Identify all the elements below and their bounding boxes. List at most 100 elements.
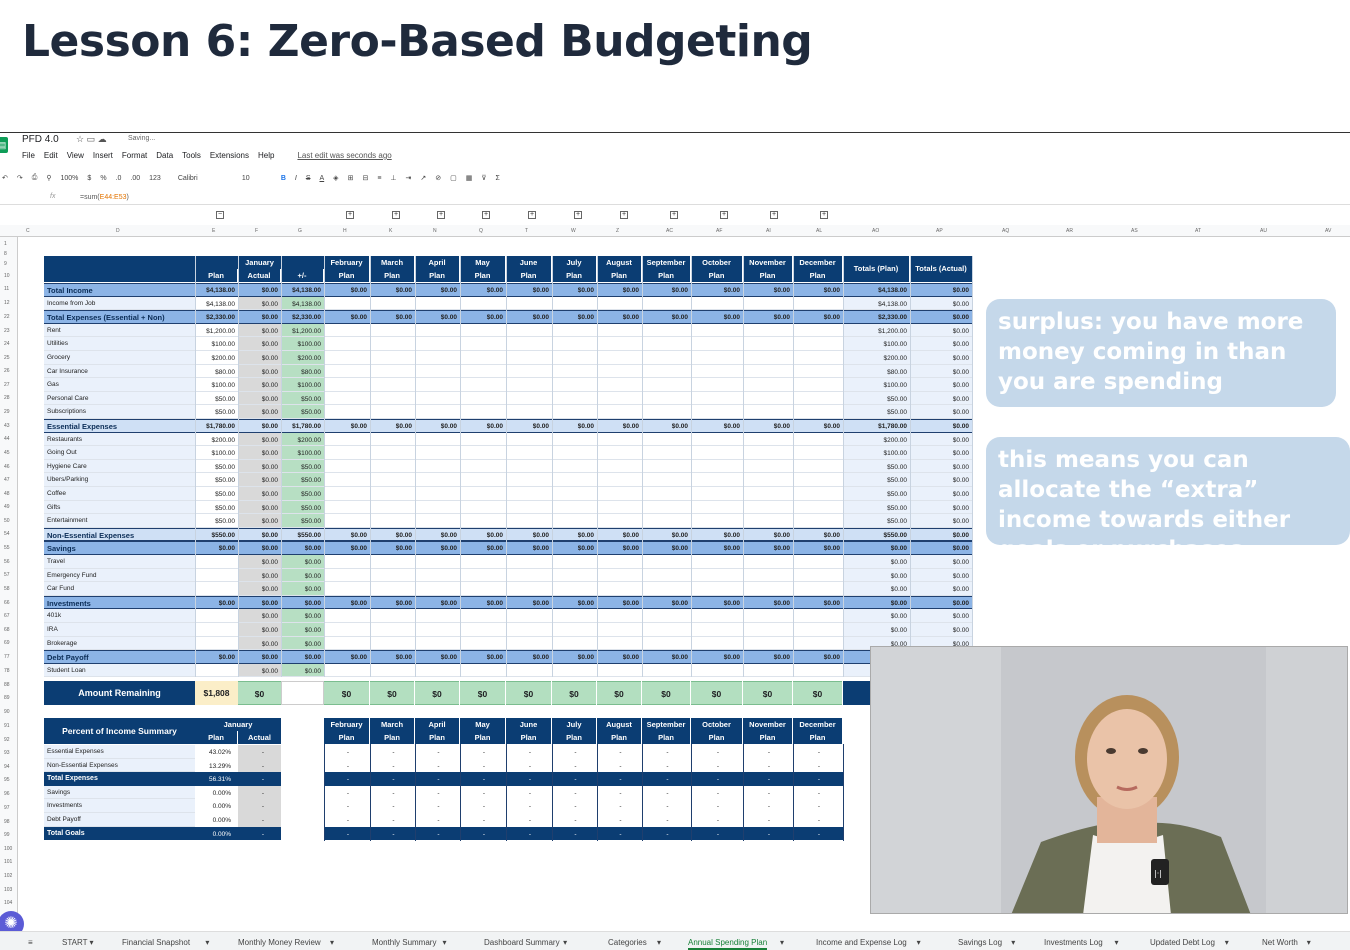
row-number[interactable]: 22 bbox=[4, 314, 10, 320]
sheet-tab[interactable]: Savings Log bbox=[958, 938, 1002, 947]
summary-plan-value[interactable]: 43.02% bbox=[195, 749, 231, 756]
tab-dropdown-icon[interactable]: ▾ bbox=[330, 938, 334, 947]
column-header[interactable]: W bbox=[571, 228, 576, 234]
row-number[interactable]: 99 bbox=[4, 832, 10, 838]
cell-jd[interactable]: $50.00 bbox=[281, 491, 321, 498]
cell-month-plan[interactable]: $0.00 bbox=[324, 600, 367, 607]
cell-jd[interactable]: $50.00 bbox=[281, 477, 321, 484]
text-color-button[interactable]: A bbox=[320, 175, 325, 182]
row-number[interactable]: 96 bbox=[4, 791, 10, 797]
summary-month-value[interactable]: - bbox=[597, 763, 621, 770]
cell-ja[interactable]: $0.00 bbox=[238, 491, 278, 498]
cell-month-plan[interactable]: $0.00 bbox=[642, 287, 688, 294]
summary-month-value[interactable]: - bbox=[415, 790, 439, 797]
column-header[interactable]: AC bbox=[666, 228, 673, 234]
cell-month-plan[interactable]: $0.00 bbox=[793, 287, 840, 294]
row-number[interactable]: 77 bbox=[4, 654, 10, 660]
cell-ta[interactable]: $0.00 bbox=[910, 600, 969, 607]
summary-actual-value[interactable]: - bbox=[238, 749, 264, 756]
column-header[interactable]: G bbox=[298, 228, 302, 234]
comment-icon[interactable]: ▢ bbox=[450, 174, 457, 182]
cell-month-plan[interactable]: $0.00 bbox=[793, 423, 840, 430]
column-header[interactable]: Z bbox=[616, 228, 619, 234]
cell-jp[interactable]: $50.00 bbox=[195, 491, 235, 498]
cell-month-plan[interactable]: $0.00 bbox=[597, 545, 639, 552]
cell-jp[interactable]: $0.00 bbox=[195, 545, 235, 552]
amount-remaining-month[interactable]: $0 bbox=[460, 681, 505, 706]
cell-month-plan[interactable]: $0.00 bbox=[370, 545, 412, 552]
cell-month-plan[interactable]: $0.00 bbox=[460, 423, 503, 430]
summary-month-value[interactable]: - bbox=[324, 831, 349, 838]
cell-jp[interactable]: $50.00 bbox=[195, 477, 235, 484]
row-number[interactable]: 49 bbox=[4, 504, 10, 510]
row-number[interactable]: 56 bbox=[4, 559, 10, 565]
cell-ja[interactable]: $0.00 bbox=[238, 668, 278, 675]
sheet-tab[interactable]: Income and Expense Log bbox=[816, 938, 907, 947]
summary-month-value[interactable]: - bbox=[597, 831, 621, 838]
cell-ja[interactable]: $0.00 bbox=[238, 423, 278, 430]
cell-ta[interactable]: $0.00 bbox=[910, 409, 969, 416]
row-number[interactable]: 28 bbox=[4, 395, 10, 401]
tab-dropdown-icon[interactable]: ▾ bbox=[563, 938, 567, 947]
cell-month-plan[interactable]: $0.00 bbox=[597, 600, 639, 607]
formula-bar[interactable]: fx =sum(E44:E53) bbox=[0, 191, 1350, 205]
cell-ja[interactable]: $0.00 bbox=[238, 369, 278, 376]
cell-jd[interactable]: $1,200.00 bbox=[281, 328, 321, 335]
cell-ta[interactable]: $0.00 bbox=[910, 505, 969, 512]
sheet-tab[interactable]: Categories bbox=[608, 938, 647, 947]
summary-month-value[interactable]: - bbox=[642, 803, 668, 810]
cell-ja[interactable]: $0.00 bbox=[238, 559, 278, 566]
menu-help[interactable]: Help bbox=[258, 151, 274, 160]
summary-month-value[interactable]: - bbox=[324, 817, 349, 824]
cell-jp[interactable]: $200.00 bbox=[195, 355, 236, 362]
menu-edit[interactable]: Edit bbox=[44, 151, 58, 160]
menu-extensions[interactable]: Extensions bbox=[210, 151, 249, 160]
cell-month-plan[interactable]: $0.00 bbox=[552, 654, 594, 661]
amount-remaining-month[interactable]: $0 bbox=[552, 681, 596, 706]
summary-month-value[interactable]: - bbox=[506, 763, 531, 770]
summary-month-value[interactable]: - bbox=[793, 790, 820, 797]
cell-month-plan[interactable]: $0.00 bbox=[324, 423, 367, 430]
row-number[interactable]: 25 bbox=[4, 355, 10, 361]
group-toggle-icon[interactable]: + bbox=[346, 211, 354, 219]
row-number[interactable]: 94 bbox=[4, 764, 10, 770]
cell-ta[interactable]: $0.00 bbox=[910, 301, 969, 308]
summary-month-value[interactable]: - bbox=[793, 831, 820, 838]
row-number[interactable]: 1 bbox=[4, 241, 7, 247]
summary-month-value[interactable]: - bbox=[743, 803, 770, 810]
cell-jd[interactable]: $200.00 bbox=[281, 437, 322, 444]
summary-plan-value[interactable]: 0.00% bbox=[195, 803, 231, 810]
cell-tp[interactable]: $0.00 bbox=[843, 573, 907, 580]
cell-tp[interactable]: $200.00 bbox=[843, 355, 908, 362]
summary-month-value[interactable]: - bbox=[506, 776, 531, 783]
cell-month-plan[interactable]: $0.00 bbox=[415, 287, 457, 294]
cell-ta[interactable]: $0.00 bbox=[910, 396, 969, 403]
cell-ta[interactable]: $0.00 bbox=[910, 423, 969, 430]
column-header[interactable]: E bbox=[212, 228, 215, 234]
amount-remaining-jan-actual[interactable]: $0 bbox=[238, 681, 281, 706]
cell-month-plan[interactable]: $0.00 bbox=[642, 600, 688, 607]
summary-month-value[interactable]: - bbox=[642, 749, 668, 756]
cell-month-plan[interactable]: $0.00 bbox=[793, 545, 840, 552]
cell-month-plan[interactable]: $0.00 bbox=[324, 532, 367, 539]
cell-jd[interactable]: $50.00 bbox=[281, 505, 321, 512]
row-number[interactable]: 24 bbox=[4, 341, 10, 347]
cell-month-plan[interactable]: $0.00 bbox=[691, 314, 740, 321]
cell-tp[interactable]: $0.00 bbox=[843, 613, 907, 620]
print-icon[interactable]: ⎙ bbox=[32, 174, 38, 182]
summary-month-value[interactable]: - bbox=[642, 776, 668, 783]
font-select[interactable]: Calibri bbox=[178, 175, 233, 182]
cell-tp[interactable]: $200.00 bbox=[843, 437, 908, 444]
summary-month-value[interactable]: - bbox=[370, 790, 394, 797]
cell-ta[interactable]: $0.00 bbox=[910, 559, 969, 566]
sheet-tab[interactable]: START bbox=[62, 938, 87, 947]
cell-jd[interactable]: $0.00 bbox=[281, 627, 321, 634]
row-number[interactable]: 95 bbox=[4, 777, 10, 783]
cell-month-plan[interactable]: $0.00 bbox=[460, 287, 503, 294]
amount-remaining-month[interactable]: $0 bbox=[642, 681, 690, 706]
group-toggle-icon[interactable]: + bbox=[620, 211, 628, 219]
cell-month-plan[interactable]: $0.00 bbox=[506, 314, 549, 321]
cell-month-plan[interactable]: $0.00 bbox=[743, 532, 790, 539]
summary-month-value[interactable]: - bbox=[506, 749, 531, 756]
cell-month-plan[interactable]: $0.00 bbox=[415, 600, 457, 607]
